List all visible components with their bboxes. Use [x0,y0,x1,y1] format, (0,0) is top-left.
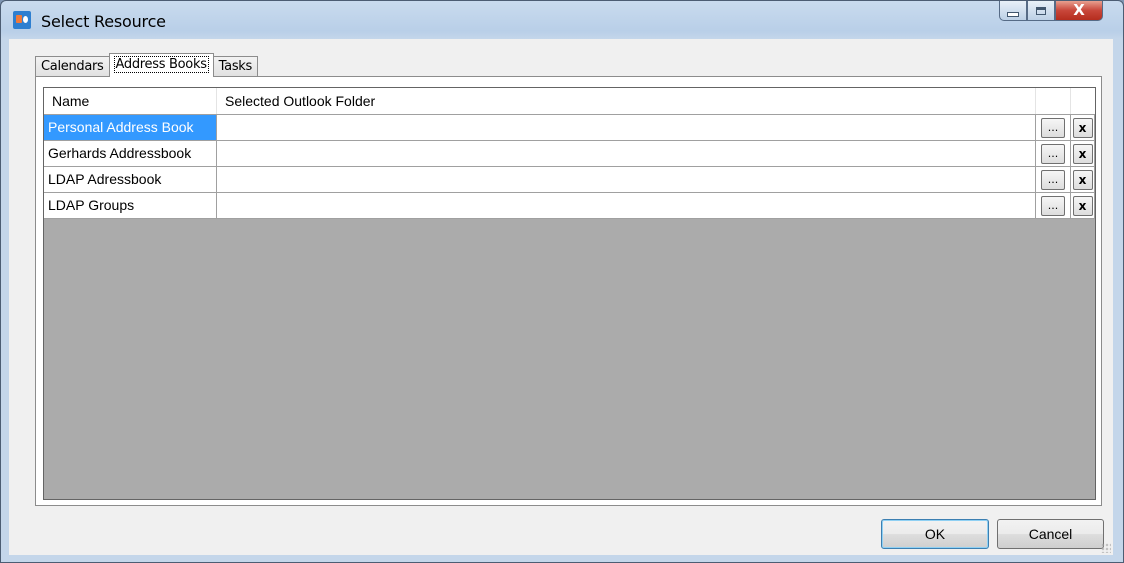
browse-cell: ... [1036,115,1071,140]
column-header-browse [1036,88,1071,114]
row-folder-cell[interactable] [217,115,1036,140]
column-header-folder[interactable]: Selected Outlook Folder [217,88,1036,114]
tab-label: Address Books [113,56,209,73]
row-name-cell[interactable]: Gerhards Addressbook [44,141,217,166]
browse-cell: ... [1036,141,1071,166]
row-name-cell[interactable]: Personal Address Book [44,115,217,140]
dialog-client-area: Calendars Address Books Tasks Name Selec… [9,39,1113,555]
row-name-cell[interactable]: LDAP Groups [44,193,217,218]
row-name-cell[interactable]: LDAP Adressbook [44,167,217,192]
column-header-clear [1071,88,1095,114]
browse-cell: ... [1036,193,1071,218]
clear-cell: x [1071,115,1095,140]
browse-button[interactable]: ... [1041,143,1065,164]
title-bar[interactable]: Select Resource X [1,1,1123,39]
table-row[interactable]: Personal Address Book ... x [44,115,1095,141]
clear-button[interactable]: x [1072,143,1093,164]
row-folder-cell[interactable] [217,193,1036,218]
clear-button[interactable]: x [1072,117,1093,138]
clear-button[interactable]: x [1072,195,1093,216]
grid-header: Name Selected Outlook Folder [44,88,1095,115]
browse-button[interactable]: ... [1041,195,1065,216]
maximize-icon [1036,6,1046,15]
tab-tasks[interactable]: Tasks [212,56,259,77]
row-folder-cell[interactable] [217,141,1036,166]
clear-cell: x [1071,193,1095,218]
close-icon: X [1073,1,1085,19]
tab-label: Calendars [41,59,104,74]
browse-button[interactable]: ... [1041,169,1065,190]
row-folder-cell[interactable] [217,167,1036,192]
tab-address-books[interactable]: Address Books [108,53,214,77]
address-books-tab-page: Name Selected Outlook Folder Personal Ad… [35,76,1102,506]
table-row[interactable]: LDAP Groups ... x [44,193,1095,219]
clear-button[interactable]: x [1072,169,1093,190]
clear-cell: x [1071,141,1095,166]
browse-button[interactable]: ... [1041,117,1065,138]
table-row[interactable]: LDAP Adressbook ... x [44,167,1095,193]
tab-calendars[interactable]: Calendars [35,56,110,77]
browse-cell: ... [1036,167,1071,192]
caption-buttons: X [999,1,1103,23]
minimize-button[interactable] [999,1,1027,21]
maximize-button[interactable] [1027,1,1055,21]
clear-cell: x [1071,167,1095,192]
minimize-icon [1007,12,1019,17]
column-header-name[interactable]: Name [44,88,217,114]
tab-label: Tasks [218,59,253,74]
tab-strip: Calendars Address Books Tasks [35,53,259,77]
close-button[interactable]: X [1055,1,1103,21]
app-icon [13,11,31,29]
table-row[interactable]: Gerhards Addressbook ... x [44,141,1095,167]
cancel-button[interactable]: Cancel [997,519,1104,549]
ok-button[interactable]: OK [881,519,989,549]
resource-grid: Name Selected Outlook Folder Personal Ad… [43,87,1096,500]
dialog-window: Select Resource X Calendars Address Book… [0,0,1124,563]
resize-grip[interactable] [1101,543,1111,553]
window-title: Select Resource [41,12,166,31]
